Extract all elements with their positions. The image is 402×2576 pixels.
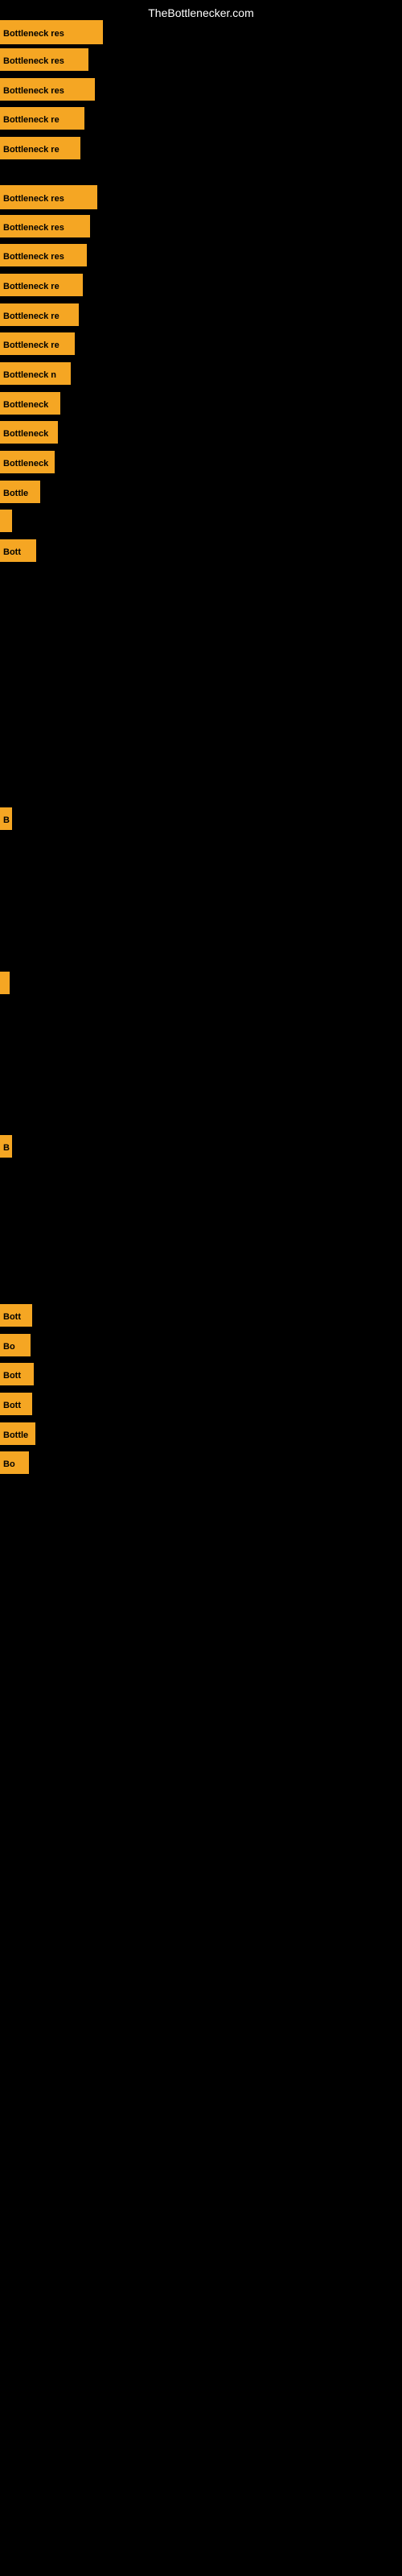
bar-label: Bottleneck re bbox=[0, 332, 75, 355]
bar-label: Bottleneck res bbox=[0, 244, 87, 266]
bar-label: Bo bbox=[0, 1451, 29, 1474]
bar-label bbox=[0, 510, 12, 532]
bar-label: Bottleneck bbox=[0, 392, 60, 415]
bar-label: Bo bbox=[0, 1334, 31, 1356]
bar-label: Bottleneck n bbox=[0, 362, 71, 385]
bar-label: Bottleneck bbox=[0, 451, 55, 473]
bar-label bbox=[0, 972, 10, 994]
bar-label: B bbox=[0, 1135, 12, 1158]
bar-label: Bottleneck res bbox=[0, 78, 95, 101]
bar-label: Bottleneck res bbox=[0, 215, 90, 237]
bar-label: Bottleneck res bbox=[0, 48, 88, 71]
bar-label: Bott bbox=[0, 1304, 32, 1327]
bar-label: Bottle bbox=[0, 481, 40, 503]
bar-label: Bottleneck re bbox=[0, 137, 80, 159]
bar-label: Bott bbox=[0, 1363, 34, 1385]
bar-label: Bott bbox=[0, 1393, 32, 1415]
bar-label: Bottleneck re bbox=[0, 107, 84, 130]
bar-label: Bottleneck res bbox=[0, 185, 97, 209]
bar-label: Bottleneck re bbox=[0, 274, 83, 296]
bar-label: Bottleneck re bbox=[0, 303, 79, 326]
bar-label: Bottleneck res bbox=[0, 20, 103, 44]
bar-label: Bottleneck bbox=[0, 421, 58, 444]
bar-label: B bbox=[0, 807, 12, 830]
bar-label: Bottle bbox=[0, 1422, 35, 1445]
bar-label: Bott bbox=[0, 539, 36, 562]
